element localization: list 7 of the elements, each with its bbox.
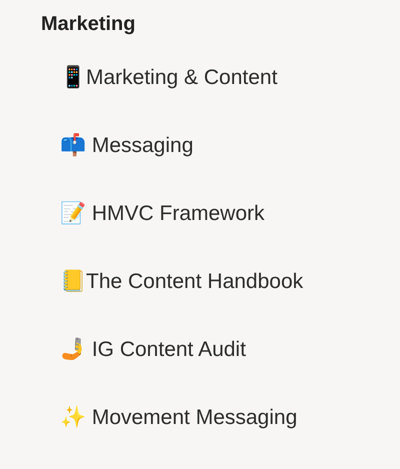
page-link[interactable]: 📫 Messaging <box>60 133 194 159</box>
page-link[interactable]: 📱Marketing & Content <box>60 65 278 91</box>
page-link[interactable]: 🤳 IG Content Audit <box>60 337 246 363</box>
page-link[interactable]: ✨ Movement Messaging <box>60 405 298 431</box>
page-link[interactable]: 📒The Content Handbook <box>60 269 304 295</box>
section-title: Marketing <box>40 12 136 37</box>
page-link[interactable]: 📝 HMVC Framework <box>60 201 265 227</box>
